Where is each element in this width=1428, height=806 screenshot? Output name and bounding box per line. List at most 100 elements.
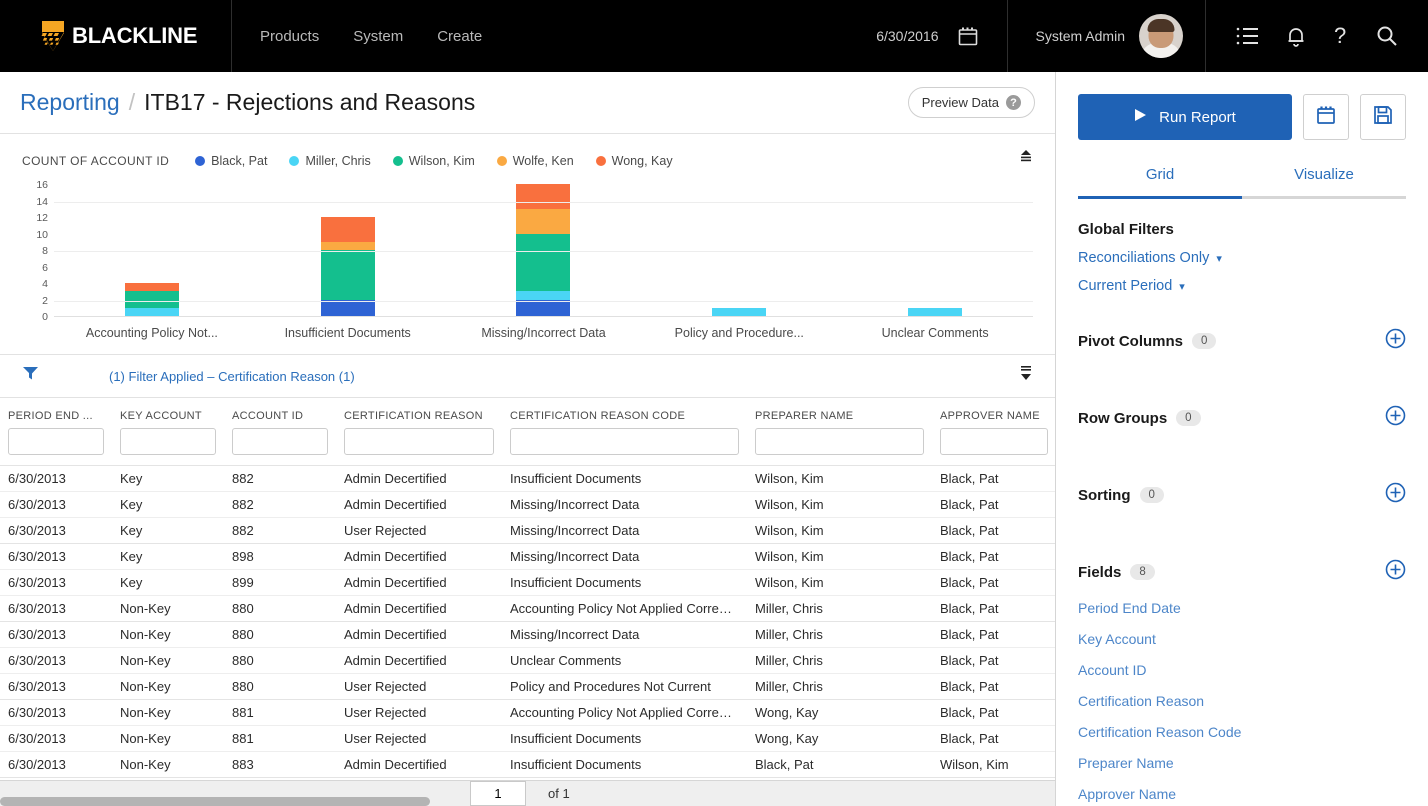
stacked-bar[interactable] [516,184,571,316]
field-item[interactable]: Approver Name [1078,786,1406,802]
legend-item[interactable]: Black, Pat [195,154,267,168]
global-filter-current-period[interactable]: Current Period ▾ [1078,278,1406,294]
field-item[interactable]: Certification Reason Code [1078,724,1406,740]
bar-segment[interactable] [320,241,375,250]
table-row[interactable]: 6/30/2013 Key 882 Admin Decertified Missing/… [0,491,1055,518]
table-cell: Non-Key [120,601,171,616]
legend-item[interactable]: Wolfe, Ken [496,153,574,168]
add-sorting-icon[interactable] [1385,482,1406,508]
help-icon[interactable]: ? [1006,95,1021,110]
table-row[interactable]: 6/30/2013 Non-Key 880 Admin Decertified Miss… [0,621,1055,648]
chart-y-axis: 16 14 12 10 8 6 4 2 0 [22,179,54,323]
field-item[interactable]: Period End Date [1078,600,1406,616]
legend-label: Wolfe, Ken [512,153,574,168]
tab-visualize[interactable]: Visualize [1242,166,1406,196]
nav-item-create[interactable]: Create [437,28,482,45]
filter-input-preparer-name[interactable] [755,428,924,455]
filter-applied-label[interactable]: (1) Filter Applied – Certification Reaso… [109,369,355,384]
table-row[interactable]: 6/30/2013 Key 882 User Rejected Missing/Inco… [0,517,1055,544]
bell-icon[interactable] [1286,25,1306,48]
field-item[interactable]: Key Account [1078,631,1406,647]
stacked-bar[interactable] [712,307,767,316]
save-report-button[interactable] [1360,94,1406,140]
help-icon[interactable]: ? [1332,24,1350,48]
calendar-icon[interactable] [957,25,979,47]
bar-segment[interactable] [320,250,375,300]
bar-segment[interactable] [516,233,571,292]
table-row[interactable]: 6/30/2013 Non-Key 881 User Rejected Accounti… [0,699,1055,726]
brand-logo[interactable]: BLACKLINE [0,0,232,72]
user-menu[interactable]: System Admin [1008,0,1206,72]
column-filter-row [0,428,1055,466]
table-row[interactable]: 6/30/2013 Non-Key 881 User Rejected Insuffic… [0,725,1055,752]
column-header-approver-name[interactable]: APPROVER NAME [932,398,1055,428]
page-total-label: of 1 [548,786,570,801]
global-filter-reconciliations-only[interactable]: Reconciliations Only ▾ [1078,250,1406,266]
legend-item[interactable]: Wilson, Kim [392,154,475,168]
page-number-input[interactable] [470,781,526,806]
horizontal-scrollbar[interactable] [0,797,430,806]
bar-segment[interactable] [516,208,571,234]
legend-item[interactable]: Miller, Chris [289,154,371,168]
nav-item-products[interactable]: Products [260,28,319,45]
bar-segment[interactable] [516,299,571,316]
column-header-period-end-date[interactable]: PERIOD END ... [0,398,112,428]
table-row[interactable]: 6/30/2013 Non-Key 883 Admin Decertified Insu… [0,751,1055,778]
collapse-up-icon[interactable] [1019,150,1033,171]
table-row[interactable]: 6/30/2013 Non-Key 880 Admin Decertified Uncl… [0,647,1055,674]
column-header-account-id[interactable]: ACCOUNT ID [224,398,336,428]
list-icon[interactable] [1236,26,1260,46]
bar-segment[interactable] [516,184,571,209]
chart-plot: 16 14 12 10 8 6 4 2 0 [22,179,1033,323]
bar-segment[interactable] [320,217,375,242]
schedule-report-button[interactable] [1303,94,1349,140]
field-item[interactable]: Account ID [1078,662,1406,678]
column-header-certification-reason-code[interactable]: CERTIFICATION REASON CODE [502,398,747,428]
bar-segment[interactable] [516,291,571,300]
filter-input-period-end-date[interactable] [8,428,104,455]
panel-tabs: Grid Visualize [1078,166,1406,196]
table-cell: Black, Pat [940,523,999,538]
table-row[interactable]: 6/30/2013 Non-Key 880 User Rejected Policy a… [0,673,1055,700]
field-item[interactable]: Certification Reason [1078,693,1406,709]
results-grid[interactable]: PERIOD END ... KEY ACCOUNT ACCOUNT ID CE… [0,398,1055,806]
search-icon[interactable] [1376,25,1398,47]
add-field-icon[interactable] [1385,559,1406,585]
expand-down-icon[interactable] [1019,365,1033,387]
bar-segment[interactable] [124,307,179,316]
breadcrumb-parent-link[interactable]: Reporting [20,89,120,116]
legend-item[interactable]: Wong, Kay [595,154,673,168]
table-row[interactable]: 6/30/2013 Key 898 Admin Decertified Missing/… [0,543,1055,570]
stacked-bar[interactable] [124,283,179,316]
table-row[interactable]: 6/30/2013 Non-Key 880 Admin Decertified Acco… [0,595,1055,622]
add-row-group-icon[interactable] [1385,405,1406,431]
bar-segment[interactable] [908,307,963,316]
filter-input-account-id[interactable] [232,428,328,455]
period-date-selector[interactable]: 6/30/2016 [848,0,1008,72]
column-header-certification-reason[interactable]: CERTIFICATION REASON [336,398,502,428]
bar-segment[interactable] [712,307,767,316]
nav-item-system[interactable]: System [353,28,403,45]
table-row[interactable]: 6/30/2013 Key 899 Admin Decertified Insuffic… [0,569,1055,596]
bar-segment[interactable] [320,299,375,316]
funnel-icon[interactable] [22,365,39,387]
tab-grid[interactable]: Grid [1078,166,1242,196]
add-pivot-column-icon[interactable] [1385,328,1406,354]
stacked-bar[interactable] [908,307,963,316]
table-cell: User Rejected [344,705,427,720]
table-cell: Black, Pat [940,601,999,616]
filter-input-approver-name[interactable] [940,428,1048,455]
column-header-preparer-name[interactable]: PREPARER NAME [747,398,932,428]
run-report-button[interactable]: Run Report [1078,94,1292,140]
filter-input-certification-reason[interactable] [344,428,494,455]
panel-actions: Run Report [1078,94,1406,140]
filter-input-key-account[interactable] [120,428,216,455]
column-header-key-account[interactable]: KEY ACCOUNT [112,398,224,428]
preview-data-button[interactable]: Preview Data ? [907,87,1035,118]
bar-segment[interactable] [124,283,179,292]
bar-segment[interactable] [124,291,179,308]
avatar[interactable] [1139,14,1183,58]
filter-input-certification-reason-code[interactable] [510,428,739,455]
field-item[interactable]: Preparer Name [1078,755,1406,771]
table-row[interactable]: 6/30/2013 Key 882 Admin Decertified Insuffic… [0,465,1055,492]
